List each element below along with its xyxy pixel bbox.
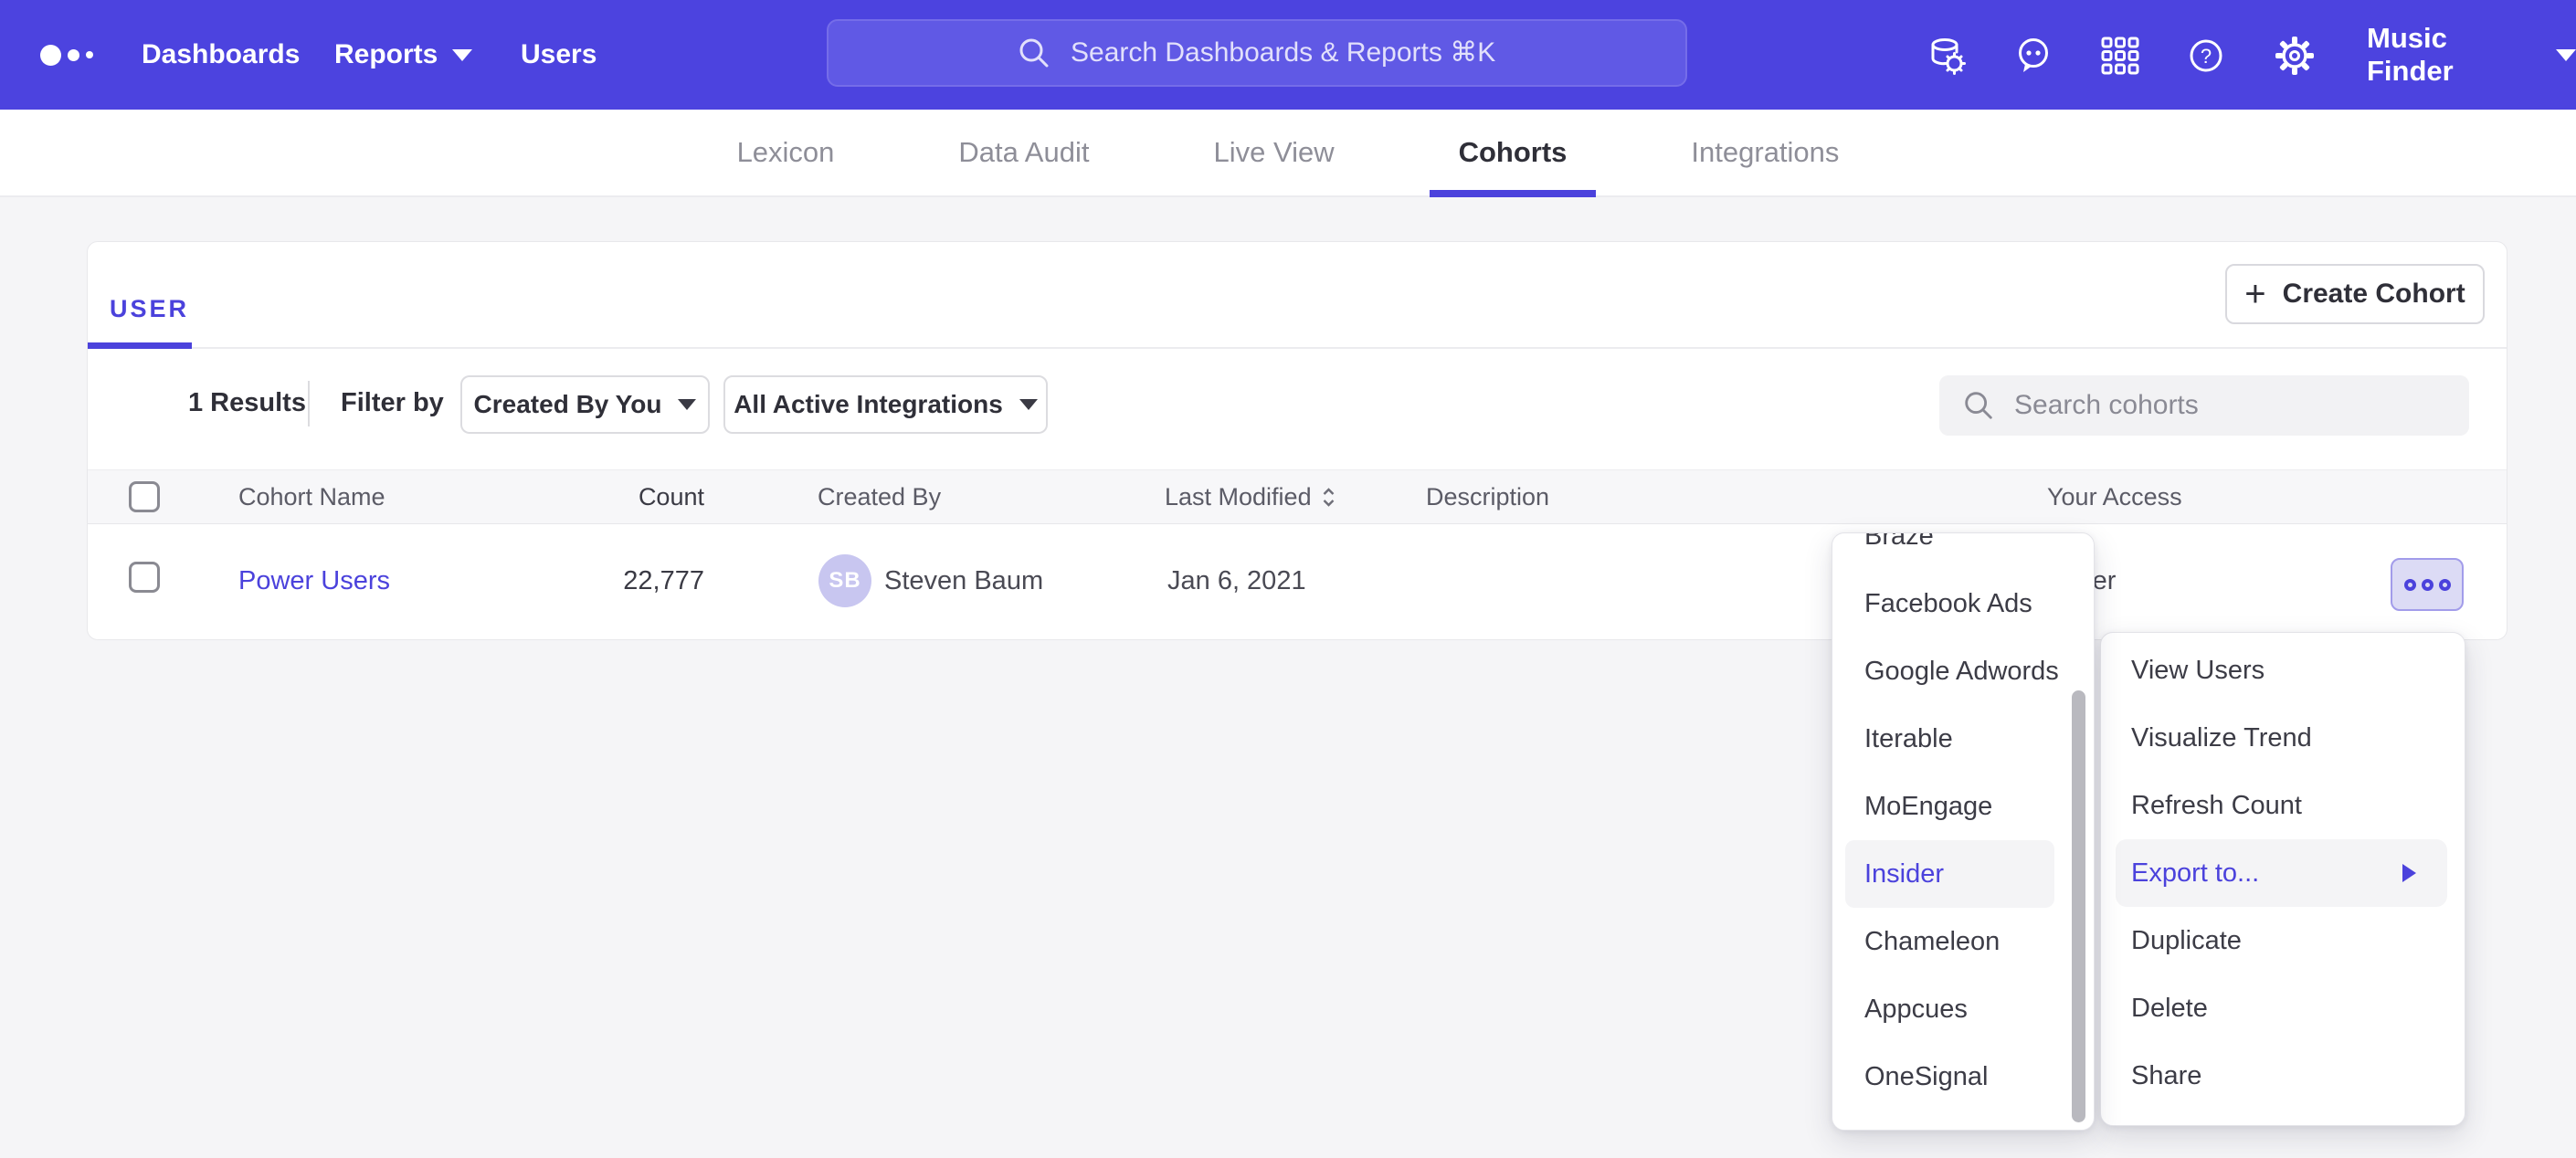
project-name: Music Finder bbox=[2367, 22, 2536, 88]
row-actions-button[interactable] bbox=[2391, 558, 2464, 611]
menu-item-insider[interactable]: Insider bbox=[1845, 840, 2054, 908]
menu-item-facebook-ads[interactable]: Facebook Ads bbox=[1832, 570, 2094, 637]
submenu-arrow-icon bbox=[2402, 864, 2416, 882]
column-header-your-access[interactable]: Your Access bbox=[2047, 483, 2182, 511]
more-dots-icon bbox=[2404, 579, 2416, 591]
integrations-filter-dropdown[interactable]: All Active Integrations bbox=[723, 375, 1048, 434]
export-destinations-menu: Braze Facebook Ads Google Adwords Iterab… bbox=[1832, 532, 2095, 1131]
search-icon bbox=[1961, 388, 1996, 423]
tab-data-audit[interactable]: Data Audit bbox=[929, 110, 1118, 195]
menu-item-delete[interactable]: Delete bbox=[2101, 974, 2465, 1042]
menu-item-onesignal[interactable]: OneSignal bbox=[1832, 1043, 2094, 1111]
top-navigation-bar: Dashboards Reports Users bbox=[0, 0, 2576, 110]
search-icon bbox=[1016, 35, 1052, 71]
table-row: Power Users 22,777 SB Steven Baum Jan 6,… bbox=[88, 524, 2507, 639]
project-selector[interactable]: Music Finder bbox=[2367, 0, 2576, 110]
menu-item-share[interactable]: Share bbox=[2101, 1042, 2465, 1110]
column-header-description[interactable]: Description bbox=[1426, 483, 1549, 511]
column-header-last-modified[interactable]: Last Modified bbox=[1165, 483, 1336, 515]
tab-integrations[interactable]: Integrations bbox=[1662, 110, 1868, 195]
cohorts-panel: USER + Create Cohort 1 Results Filter by… bbox=[87, 241, 2507, 640]
create-cohort-button[interactable]: + Create Cohort bbox=[2225, 264, 2485, 324]
sort-icon[interactable] bbox=[1321, 487, 1336, 515]
feedback-icon[interactable] bbox=[2012, 35, 2054, 77]
menu-item-iterable[interactable]: Iterable bbox=[1832, 705, 2094, 773]
chevron-down-icon bbox=[678, 399, 696, 410]
column-header-created-by[interactable]: Created By bbox=[818, 483, 941, 511]
menu-item-appcues[interactable]: Appcues bbox=[1832, 975, 2094, 1043]
menu-scrollbar[interactable] bbox=[2072, 690, 2085, 1122]
cohort-search-input[interactable] bbox=[2012, 389, 2396, 422]
divider bbox=[88, 347, 2507, 349]
mixpanel-dots-logo-icon[interactable] bbox=[40, 0, 93, 110]
tab-user-cohorts[interactable]: USER bbox=[110, 295, 189, 323]
menu-item-moengage[interactable]: MoEngage bbox=[1832, 773, 2094, 840]
column-header-count[interactable]: Count bbox=[613, 483, 704, 511]
column-header-cohort-name[interactable]: Cohort Name bbox=[238, 483, 385, 511]
settings-gear-icon[interactable] bbox=[2274, 35, 2316, 77]
cohort-count: 22,777 bbox=[613, 566, 704, 596]
tab-cohorts[interactable]: Cohorts bbox=[1430, 110, 1597, 195]
filter-by-label: Filter by bbox=[341, 388, 444, 418]
chevron-down-icon bbox=[452, 49, 472, 61]
row-checkbox[interactable] bbox=[129, 562, 160, 593]
table-header: Cohort Name Count Created By Last Modifi… bbox=[88, 469, 2507, 524]
divider bbox=[308, 381, 310, 426]
menu-item-view-users[interactable]: View Users bbox=[2101, 637, 2465, 704]
chevron-down-icon bbox=[1019, 399, 1038, 410]
avatar: SB bbox=[818, 554, 871, 607]
select-all-checkbox[interactable] bbox=[129, 481, 160, 512]
data-settings-icon[interactable] bbox=[1926, 35, 1968, 77]
cohort-search-bar[interactable] bbox=[1939, 375, 2469, 436]
tab-live-view[interactable]: Live View bbox=[1184, 110, 1363, 195]
section-tabs: Lexicon Data Audit Live View Cohorts Int… bbox=[0, 110, 2576, 197]
cohort-name-link[interactable]: Power Users bbox=[238, 566, 390, 596]
svg-text:?: ? bbox=[2201, 45, 2212, 68]
global-search-input[interactable] bbox=[1069, 37, 1498, 69]
last-modified-value: Jan 6, 2021 bbox=[1167, 566, 1306, 596]
nav-item-users[interactable]: Users bbox=[521, 0, 596, 110]
project-caret-icon bbox=[2556, 49, 2576, 61]
cohort-context-menu: View Users Visualize Trend Refresh Count… bbox=[2100, 632, 2465, 1126]
created-by-filter-dropdown[interactable]: Created By You bbox=[460, 375, 710, 434]
menu-item-chameleon[interactable]: Chameleon bbox=[1832, 908, 2094, 975]
global-search-bar[interactable] bbox=[827, 19, 1687, 87]
menu-item-braze[interactable]: Braze bbox=[1832, 532, 2094, 570]
menu-item-visualize-trend[interactable]: Visualize Trend bbox=[2101, 704, 2465, 772]
nav-item-reports[interactable]: Reports bbox=[334, 0, 472, 110]
apps-grid-icon[interactable] bbox=[2099, 35, 2141, 77]
plus-icon: + bbox=[2244, 276, 2265, 312]
menu-item-export-to[interactable]: Export to... bbox=[2116, 839, 2447, 907]
active-tab-underline bbox=[88, 342, 192, 349]
help-icon[interactable]: ? bbox=[2185, 35, 2227, 77]
menu-item-google-adwords[interactable]: Google Adwords bbox=[1832, 637, 2094, 705]
results-count: 1 Results bbox=[188, 388, 306, 418]
menu-item-duplicate[interactable]: Duplicate bbox=[2101, 907, 2465, 974]
tab-lexicon[interactable]: Lexicon bbox=[708, 110, 864, 195]
menu-item-refresh-count[interactable]: Refresh Count bbox=[2101, 772, 2465, 839]
created-by-value: Steven Baum bbox=[884, 566, 1043, 596]
nav-item-dashboards[interactable]: Dashboards bbox=[142, 0, 300, 110]
